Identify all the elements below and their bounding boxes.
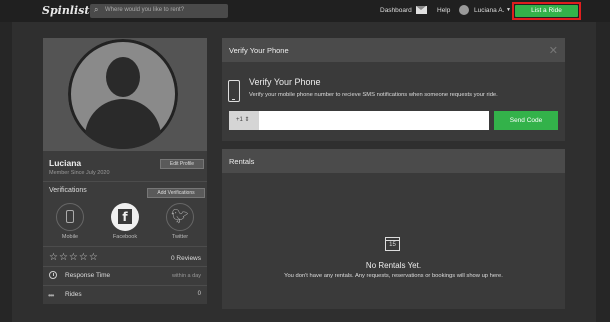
phone-number-input[interactable] — [259, 111, 489, 130]
list-a-ride-button[interactable]: List a Ride — [515, 5, 578, 17]
add-verifications-button[interactable]: Add Verifications — [147, 188, 205, 198]
verification-label-mobile: Mobile — [61, 234, 79, 240]
verifications-title: Verifications — [49, 187, 87, 194]
window-edge-right — [596, 22, 610, 322]
profile-card: Luciana Member Since July 2020 Edit Prof… — [43, 38, 207, 304]
mobile-phone-icon — [66, 210, 74, 223]
send-code-button[interactable]: Send Code — [494, 111, 558, 130]
profile-photo-area — [43, 38, 207, 151]
twitter-verification-badge[interactable]: 🐦︎ — [166, 203, 194, 231]
mobile-phone-icon — [228, 80, 240, 102]
verify-phone-panel-title: Verify Your Phone — [229, 46, 289, 55]
avatar-shoulders-shape — [85, 99, 161, 149]
nav-help-link[interactable]: Help — [437, 7, 450, 14]
rides-icon: ••• — [48, 291, 54, 300]
verification-label-twitter: Twitter — [171, 234, 189, 240]
country-code-value: +1 — [236, 117, 243, 123]
verify-phone-description: Verify your mobile phone number to recie… — [249, 92, 498, 98]
rating-stars: ☆☆☆☆☆ — [49, 252, 99, 263]
profile-name: Luciana — [49, 158, 82, 168]
window-edge-left — [0, 22, 12, 322]
search-icon: ⌕ — [94, 5, 99, 14]
calendar-icon: 15 — [385, 237, 400, 251]
divider — [43, 181, 207, 182]
search-placeholder: Where would you like to rent? — [105, 7, 185, 13]
response-time-value: within a day — [171, 273, 201, 279]
user-avatar[interactable] — [459, 5, 469, 15]
nav-dashboard-link[interactable]: Dashboard — [380, 7, 412, 14]
chevron-down-icon[interactable]: ▼ — [506, 7, 511, 13]
divider — [43, 285, 207, 286]
rentals-panel: Rentals 15 No Rentals Yet. You don't hav… — [222, 149, 565, 309]
facebook-verification-badge[interactable]: f — [111, 203, 139, 231]
verification-label-facebook: Facebook — [112, 234, 138, 240]
verify-phone-panel: Verify Your Phone ✕ Verify Your Phone Ve… — [222, 38, 565, 141]
search-input[interactable]: ⌕ Where would you like to rent? — [90, 4, 228, 18]
divider — [43, 266, 207, 267]
top-nav-bar: Spinlister ⌕ Where would you like to ren… — [0, 0, 610, 22]
close-icon[interactable]: ✕ — [549, 44, 558, 57]
verify-phone-panel-header: Verify Your Phone ✕ — [222, 38, 565, 62]
reviews-count[interactable]: 0 Reviews — [171, 255, 201, 262]
member-since: Member Since July 2020 — [49, 170, 110, 176]
avatar-head-shape — [106, 57, 140, 97]
clock-icon — [49, 271, 57, 279]
facebook-icon: f — [118, 209, 132, 224]
rentals-panel-title: Rentals — [229, 157, 255, 166]
profile-avatar[interactable] — [68, 39, 178, 149]
rides-value: 0 — [197, 291, 201, 297]
country-code-select[interactable]: +1 ⇕ — [229, 111, 259, 130]
response-time-label: Response Time — [65, 272, 111, 279]
no-rentals-description: You don't have any rentals. Any requests… — [284, 273, 503, 279]
mail-icon[interactable] — [416, 6, 427, 14]
user-menu[interactable]: Luciana A. — [474, 7, 504, 14]
select-arrows-icon: ⇕ — [244, 117, 250, 123]
twitter-icon: 🐦︎ — [171, 208, 189, 224]
verify-phone-heading: Verify Your Phone — [249, 77, 321, 87]
mobile-verification-badge[interactable] — [56, 203, 84, 231]
divider — [43, 246, 207, 247]
edit-profile-button[interactable]: Edit Profile — [160, 159, 204, 169]
no-rentals-title: No Rentals Yet. — [365, 261, 422, 270]
rides-label: Rides — [65, 291, 82, 298]
rentals-panel-header: Rentals — [222, 149, 565, 173]
